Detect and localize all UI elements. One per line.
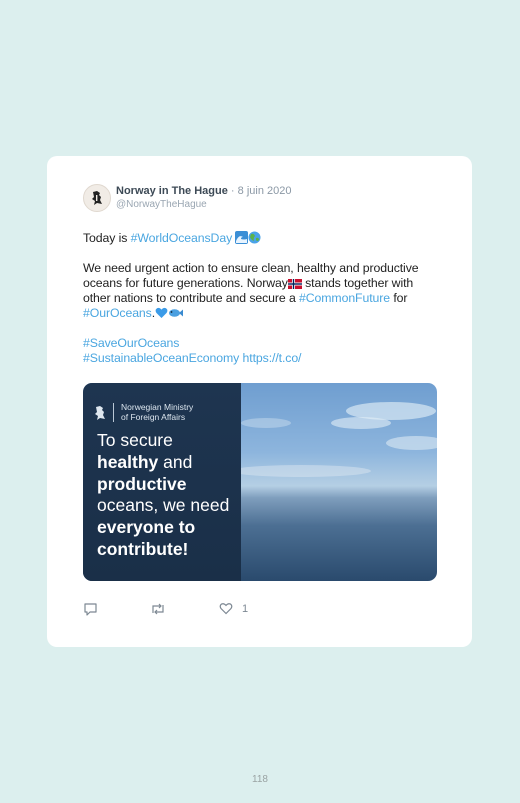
message-part: everyone to contribute!	[97, 517, 196, 559]
text-segment: Today is	[83, 231, 131, 245]
norway-flag-icon	[287, 279, 302, 289]
like-button[interactable]: 1	[219, 602, 248, 615]
blue-heart-icon	[155, 307, 168, 318]
campaign-message: To secure healthy and productive oceans,…	[97, 430, 239, 561]
author-row: Norway in The Hague · 8 juin 2020	[116, 185, 291, 197]
page-number: 118	[252, 774, 268, 785]
message-panel: Norwegian Ministry of Foreign Affairs To…	[83, 383, 241, 581]
hashtag-ouroceans[interactable]: #OurOceans	[83, 306, 152, 320]
retweet-button[interactable]	[150, 602, 166, 616]
ministry-lion-icon	[95, 405, 105, 420]
message-part: oceans, we need	[97, 495, 230, 516]
message-part: healthy	[97, 451, 159, 472]
avatar[interactable]	[83, 184, 111, 212]
like-icon	[219, 603, 233, 615]
tweet-card: Norway in The Hague · 8 juin 2020 @Norwa…	[47, 156, 472, 647]
author-handle[interactable]: @NorwayTheHague	[116, 199, 207, 210]
author-name[interactable]: Norway in The Hague	[116, 185, 228, 197]
message-part: To secure	[97, 430, 173, 450]
tweet-actions: 1	[83, 602, 283, 618]
ministry-name: Norwegian Ministry of Foreign Affairs	[113, 402, 193, 422]
retweet-icon	[152, 603, 164, 615]
fish-icon	[169, 309, 184, 317]
hashtag-commonfuture[interactable]: #CommonFuture	[299, 291, 390, 305]
text-segment: for	[390, 291, 408, 305]
tweet-date[interactable]: · 8 juin 2020	[231, 185, 292, 197]
hashtag-sustainableoceaneconomy[interactable]: #SustainableOceanEconomy	[83, 351, 239, 365]
wave-emoji-icon	[235, 231, 249, 244]
reply-button[interactable]	[83, 602, 98, 616]
hashtag-worldoceansday[interactable]: #WorldOceansDay	[131, 231, 233, 245]
tweet-text: Today is #WorldOceansDay We need urgent …	[83, 231, 443, 366]
message-part: productive	[97, 473, 187, 494]
message-part: and	[163, 451, 193, 472]
like-count: 1	[242, 602, 249, 615]
globe-emoji-icon	[248, 231, 261, 244]
reply-icon	[84, 603, 97, 616]
tweet-link[interactable]: https://t.co/	[243, 351, 302, 365]
ministry-logo: Norwegian Ministry of Foreign Affairs	[93, 402, 193, 422]
tweet-image[interactable]: Norwegian Ministry of Foreign Affairs To…	[83, 383, 437, 581]
hashtag-saveouroceans[interactable]: #SaveOurOceans	[83, 336, 179, 350]
clouds	[241, 402, 437, 477]
avatar-lion-icon	[92, 191, 102, 205]
